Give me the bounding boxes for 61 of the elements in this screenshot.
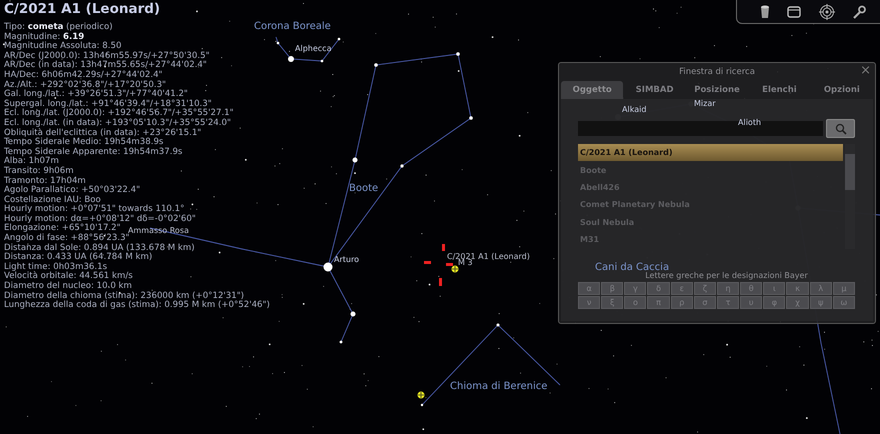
- constellation-label: Cani da Caccia: [595, 263, 670, 273]
- info-line: Gal. long./lat.: +39°26'51.3"/+77°40'41.2": [4, 90, 188, 100]
- tab[interactable]: Posizione: [686, 81, 748, 99]
- info-line: Hourly motion: +0°07'51" towards 110.1°: [4, 205, 184, 214]
- object-label: M 3: [458, 259, 473, 267]
- info-line: Agolo Parallatico: +50°03'22.4": [4, 186, 140, 196]
- search-icon: [834, 122, 847, 134]
- info-line: Tempo Siderale Apparente: 19h54m37.9s: [4, 148, 182, 157]
- info-line: Alba: 1h07m: [4, 157, 59, 166]
- info-line: Elongazione: +65°10'17.2": [4, 224, 121, 234]
- info-line: Lunghezza della coda di gas (stima): 0.995 M km (+0°52'46"): [4, 301, 270, 311]
- star-label: Alphecca: [295, 45, 332, 53]
- cluster-icon: [451, 265, 459, 273]
- close-button[interactable]: ×: [860, 63, 871, 79]
- constellation-label: Boote: [349, 184, 378, 194]
- info-line: Tempo Siderale Medio: 19h54m38.9s: [4, 138, 164, 148]
- info-line: AR/Dec (in data): 13h47m55.65s/+27°44'02.4": [4, 61, 207, 70]
- star-label: Mizar: [694, 100, 716, 108]
- search-button[interactable]: [826, 119, 855, 138]
- tab[interactable]: Opzioni: [810, 81, 874, 99]
- info-line: Tramonto: 17h04m: [4, 176, 86, 186]
- constellation-label: Chioma di Berenice: [450, 382, 548, 392]
- star-label: Alioth: [738, 119, 762, 127]
- star-label: Alkaid: [622, 106, 646, 114]
- target-icon[interactable]: [818, 4, 835, 20]
- star-label: Arturo: [334, 256, 359, 264]
- constellation-label: Corona Boreale: [254, 22, 331, 32]
- settings-icon[interactable]: [852, 4, 866, 18]
- info-line: AR/Dec (J2000.0): 13h46m55.97s/+27°50'30.5": [4, 52, 210, 61]
- info-line: HA/Dec: 6h06m42.29s/+27°44'02.4": [4, 70, 163, 80]
- info-line: Ecl. long./lat. (in data): +193°05'10.3"/+35°55'24.0": [4, 118, 231, 128]
- info-line: Diametro del nucleo: 10.0 km: [4, 282, 132, 292]
- info-line: Costellazione IAU: Boo: [4, 196, 101, 205]
- info-line: Light time: 0h03m36.1s: [4, 262, 108, 272]
- info-line: Distanza: 0.433 UA (64.784 M km): [4, 253, 152, 262]
- cluster-icon: [417, 391, 425, 399]
- result-item[interactable]: C/2021 A1 (Leonard): [578, 144, 843, 162]
- scrollbar[interactable]: [845, 144, 855, 249]
- window-title: Finestra di ricerca: [679, 67, 755, 77]
- info-line: Magnitudine: 6.19: [4, 32, 84, 42]
- info-line: Ecl. long./lat. (J2000.0): +192°46'56.7"/+35°55'27.1": [4, 109, 234, 118]
- info-line: Velocità orbitale: 44.561 km/s: [4, 272, 133, 282]
- info-line: Transito: 9h06m: [4, 166, 74, 176]
- object-title: C/2021 A1 (Leonard): [4, 0, 160, 18]
- object-label: C/2021 A1 (Leonard): [447, 253, 530, 261]
- info-line: Distanza dal Sole: 0.894 UA (133.678 M km): [4, 244, 195, 253]
- greek-letters-label: Lettere greche per le designazioni Bayer: [644, 271, 809, 280]
- window-icon[interactable]: [787, 6, 802, 18]
- info-line: Supergal. long./lat.: +91°46'39.4"/+18°31'10.3": [4, 100, 212, 109]
- info-line: Hourly motion: dα=+0°08'12" dδ=-0°02'60": [4, 214, 196, 224]
- tab[interactable]: Elenchi: [748, 81, 811, 99]
- info-line: Tipo: cometa (periodico): [4, 23, 113, 32]
- info-line: Obliquità dell'eclittica (in data): +23°26'15.1": [4, 128, 202, 138]
- info-line: Magnitudine Assoluta: 8.50: [4, 42, 122, 52]
- info-line: Diametro della chioma (stima): 236000 km (+0°12'31"): [4, 292, 244, 301]
- tab[interactable]: SIMBAD: [623, 81, 686, 99]
- object-label: Ammasso Rosa: [128, 227, 189, 235]
- info-line: Angolo di fase: +88°56'23.3": [4, 234, 130, 244]
- tab[interactable]: Oggetto: [561, 81, 624, 99]
- info-line: Az./Alt.: +292°02'36.8"/+17°20'50.3": [4, 80, 166, 90]
- cylinder-icon[interactable]: [760, 4, 770, 18]
